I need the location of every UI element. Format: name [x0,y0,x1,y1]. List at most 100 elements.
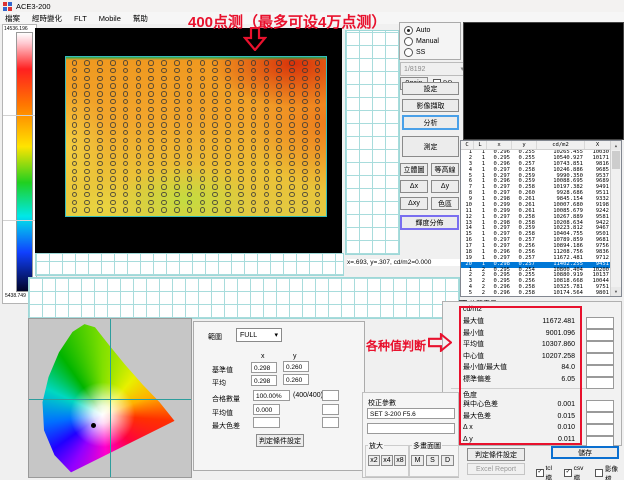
scroll-up-icon[interactable]: ▲ [611,141,621,150]
multi-m-button[interactable]: M [411,455,424,466]
measure-point-icon [251,153,257,159]
exposure-select[interactable]: 1/8192 ▾ [400,62,468,76]
measure-point-icon [148,76,154,82]
measure-point-icon [84,161,90,167]
zoom-x4-button[interactable]: x4 [381,455,393,466]
pass-percent-field[interactable]: 100.00% [253,390,290,401]
measure-point-icon [225,176,231,182]
excel-report-button[interactable]: Excel Report [467,463,525,475]
measurement-table[interactable]: C L x y cd/m2 X 110.2960.25510265.455100… [460,140,622,297]
radio-ss[interactable]: SS [404,47,460,58]
radio-auto[interactable]: Auto [404,25,460,36]
settings-button[interactable]: 設定 [402,82,459,95]
measure-point-icon [251,99,257,105]
menu-timelapse[interactable]: 經時變化 [32,13,62,24]
measure-point-icon [174,99,180,105]
image-checkbox[interactable]: 影像檔 [595,463,624,480]
delta-y-button[interactable]: Δy [431,180,459,193]
menu-help[interactable]: 幫助 [133,13,148,24]
measure-point-icon [302,99,308,105]
menu-file[interactable]: 檔案 [5,13,20,24]
measure-point-icon [136,169,142,175]
measure-point-icon [148,153,154,159]
tcl-checkbox[interactable]: tcl檔 [536,465,558,480]
statistics-panel: cd/m2 最大值11672.481最小值9001.096平均值10307.86… [442,301,622,446]
menu-flt[interactable]: FLT [74,14,87,23]
menu-mobile[interactable]: Mobile [99,14,121,23]
reference-x-field[interactable]: 0.298 [251,362,277,373]
csv-checkbox-icon[interactable] [564,469,572,477]
measure-point-icon [161,122,167,128]
cie-chromaticity-panel[interactable] [28,318,192,478]
measure-point-icon [187,99,193,105]
measure-point-icon [276,83,282,89]
scroll-thumb[interactable] [612,151,620,169]
zoom-x2-button[interactable]: x2 [368,455,380,466]
delta-xy-button[interactable]: Δxy [400,197,428,210]
measure-point-icon [174,207,180,213]
measure-point-icon [302,184,308,190]
measure-point-icon [212,107,218,113]
zoom-x8-button[interactable]: x8 [394,455,406,466]
tcl-checkbox-icon[interactable] [536,469,544,477]
measure-point-icon [84,153,90,159]
multi-d-button[interactable]: D [441,455,454,466]
pass-indicator-box [322,390,339,401]
table-body[interactable]: 110.2960.25510265.45510030210.2950.25510… [461,150,621,297]
radio-ss-icon[interactable] [404,48,413,57]
measure-point-icon [212,76,218,82]
measure-point-icon [212,60,218,66]
measure-point-icon [225,153,231,159]
measure-point-icon [72,153,78,159]
measure-point-icon [123,91,129,97]
csv-checkbox[interactable]: csv檔 [564,465,589,480]
max-color-diff-field[interactable] [253,417,280,428]
measure-point-icon [238,107,244,113]
stat-row: 最小值9001.096 [463,328,575,340]
range-select[interactable]: FULL ▾ [236,328,282,342]
heatmap-viewport[interactable] [35,28,342,253]
reference-y-field[interactable]: 0.260 [283,361,309,372]
max-color-diff-label: 最大色差 [212,421,240,431]
average-y-field[interactable]: 0.260 [283,374,309,385]
measure-point-icon [276,207,282,213]
measure-point-icon [161,207,167,213]
scroll-down-icon[interactable]: ▼ [611,287,621,296]
delta-x-button[interactable]: Δx [400,180,428,193]
stereo-3d-button[interactable]: 立體圖 [400,163,428,176]
measure-point-icon [148,91,154,97]
radio-manual[interactable]: Manual [404,36,460,47]
average2-field[interactable]: 0.000 [253,404,280,415]
average-x-field[interactable]: 0.298 [251,375,277,386]
table-row[interactable]: 520.2960.25810174.5649801 [461,291,621,297]
radio-manual-icon[interactable] [404,37,413,46]
multi-s-button[interactable]: S [426,455,439,466]
judge-condition-button[interactable]: 判定條件設定 [256,434,304,447]
radio-auto-icon[interactable] [404,26,413,35]
save-button[interactable]: 儲存 [551,446,619,459]
measure-point-icon [264,114,270,120]
calibration-set-field[interactable]: SET 3-200 F5.6 [367,408,455,419]
measure-point-icon [225,192,231,198]
judge-condition-button-2[interactable]: 判定條件設定 [467,448,525,461]
heatmap-image[interactable] [65,56,327,217]
image-checkbox-icon[interactable] [595,469,603,477]
measure-point-icon [72,138,78,144]
stat-row: 最大色差0.015 [463,411,575,423]
measure-point-icon [161,169,167,175]
table-scrollbar[interactable]: ▲ ▼ [610,141,621,296]
luminance-distribution-button[interactable]: 輝度分佈 [400,215,459,230]
capture-button[interactable]: 影像擷取 [402,99,459,112]
measure-point-icon [136,176,142,182]
measure-point-icon [238,200,244,206]
app-window: ACE3-200 檔案 經時變化 FLT Mobile 幫助 14536.196… [0,0,624,480]
contour-button[interactable]: 等高線 [431,163,459,176]
measure-button[interactable]: 測定 [402,136,459,157]
analyze-button[interactable]: 分析 [402,115,459,130]
color-area-button[interactable]: 色區 [431,197,459,210]
calibration-extra-field[interactable] [367,423,455,434]
measure-point-icon [200,107,206,113]
measure-point-icon [187,107,193,113]
measure-point-icon [187,60,193,66]
measure-point-icon [264,68,270,74]
